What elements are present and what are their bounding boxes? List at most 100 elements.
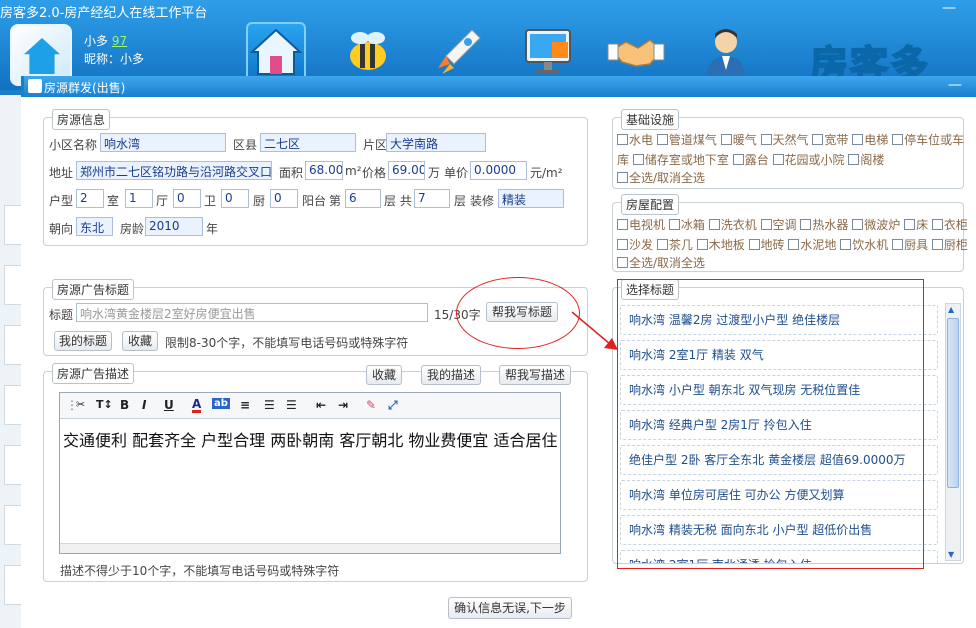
collect-title-button[interactable]: 收藏: [122, 331, 158, 351]
config-checkbox[interactable]: 饮水机: [840, 238, 888, 252]
baths-input[interactable]: 0: [173, 189, 201, 208]
balconies-input[interactable]: 0: [270, 189, 298, 208]
italic-button[interactable]: I: [142, 398, 146, 412]
my-desc-button[interactable]: 我的描述: [421, 365, 481, 385]
age-input[interactable]: 2010: [145, 217, 203, 236]
decoration-select[interactable]: 精装: [498, 189, 564, 208]
rocket-nav-icon[interactable]: [428, 22, 488, 82]
total-floors-input[interactable]: 7: [414, 189, 450, 208]
my-titles-button[interactable]: 我的标题: [54, 331, 112, 351]
config-checkbox[interactable]: 床: [904, 218, 928, 232]
outdent-icon[interactable]: ⇤: [316, 398, 326, 412]
facility-checkbox[interactable]: 宽带: [812, 133, 848, 147]
config-checkbox[interactable]: 厨具: [892, 238, 928, 252]
halls-input[interactable]: 1: [125, 189, 153, 208]
minimize-app-icon[interactable]: —: [942, 0, 956, 16]
desc-editor[interactable]: ⋮ ✂ T↕ B I U A ab ≡ ☰ ☰ ⇤ ⇥ ✎ ⤢ 交通便利 配套齐…: [59, 392, 561, 554]
bee-nav-icon[interactable]: [338, 22, 398, 82]
orientation-select[interactable]: 东北: [76, 217, 113, 236]
editor-resize-bar[interactable]: [60, 543, 560, 553]
facility-checkbox[interactable]: 露台: [732, 153, 769, 167]
font-color-button[interactable]: A: [192, 398, 202, 413]
config-checkbox[interactable]: 冰箱: [668, 218, 705, 232]
sidebar-thumb[interactable]: [4, 205, 22, 245]
sidebar-thumb[interactable]: [4, 565, 22, 605]
address-input[interactable]: 郑州市二七区铭功路与沿河路交叉口: [76, 161, 272, 180]
facility-checkbox[interactable]: 天然气: [760, 133, 809, 147]
config-checkbox[interactable]: 洗衣机: [708, 218, 757, 232]
sidebar-thumb[interactable]: [4, 325, 22, 365]
facility-checkbox[interactable]: 管道煤气: [656, 133, 717, 147]
community-input[interactable]: 响水湾: [100, 133, 226, 152]
fullscreen-icon[interactable]: ⤢: [388, 398, 398, 413]
floor-input[interactable]: 6: [345, 189, 381, 208]
facility-checkbox[interactable]: 阁楼: [848, 153, 884, 167]
sidebar-thumb[interactable]: [4, 505, 22, 545]
config-checkbox[interactable]: 茶几: [656, 238, 693, 252]
config-checkbox[interactable]: 地砖: [748, 238, 785, 252]
format-painter-icon[interactable]: ✂: [76, 398, 85, 411]
config-checkbox[interactable]: 衣柜: [931, 218, 968, 232]
config-checkbox[interactable]: 空调: [760, 218, 797, 232]
config-checkbox[interactable]: 木地板: [696, 238, 745, 252]
config-checkbox[interactable]: 微波炉: [852, 218, 900, 232]
sidebar-thumb[interactable]: [4, 265, 22, 305]
user-nav-icon[interactable]: [696, 22, 756, 82]
help-write-desc-button[interactable]: 帮我写描述: [499, 365, 571, 385]
config-checkbox[interactable]: 沙发: [617, 238, 653, 252]
balconies-unit: 阳台: [302, 194, 327, 208]
area-input[interactable]: 大学南路: [386, 133, 486, 152]
rooms-unit: 室: [107, 194, 120, 208]
config-select-all[interactable]: 全选/取消全选: [617, 254, 705, 271]
config-checkbox[interactable]: 电视机: [617, 218, 665, 232]
font-size-icon[interactable]: T↕: [96, 398, 113, 411]
config-checkbox[interactable]: 水泥地: [788, 238, 836, 252]
annotation-highlight-oval: [456, 277, 580, 349]
facilities-select-all[interactable]: 全选/取消全选: [617, 169, 705, 186]
unordered-list-icon[interactable]: ☰: [286, 398, 297, 412]
sidebar-thumb[interactable]: [4, 445, 22, 485]
facility-checkbox[interactable]: 水电: [617, 133, 653, 147]
scroll-thumb[interactable]: [947, 318, 959, 488]
ad-title-hint: 限制8-30个字，不能填写电话号码或特殊字符: [165, 336, 409, 350]
home-nav-icon[interactable]: [246, 22, 306, 82]
price-input[interactable]: 69.00: [388, 161, 425, 180]
rooms-input[interactable]: 2: [76, 189, 104, 208]
facility-checkbox[interactable]: 电梯: [852, 133, 888, 147]
config-checkbox[interactable]: 厨柜: [931, 238, 968, 252]
facility-checkbox[interactable]: 停车位或车: [892, 133, 964, 147]
config-checkbox[interactable]: 热水器: [800, 218, 848, 232]
ad-title-input[interactable]: 响水湾黄金楼层2室好房便宜出售: [76, 303, 428, 322]
scroll-up-icon[interactable]: ▲: [948, 305, 954, 314]
facility-checkbox[interactable]: 花园或小院: [772, 153, 845, 167]
highlight-button[interactable]: ab: [212, 398, 230, 409]
bold-button[interactable]: B: [120, 398, 129, 412]
ad-title-legend: 房源广告标题: [52, 279, 135, 300]
collect-desc-button[interactable]: 收藏: [366, 365, 402, 385]
baths-unit: 卫: [204, 194, 217, 208]
align-icon[interactable]: ≡: [240, 398, 250, 412]
handshake-nav-icon[interactable]: [606, 22, 666, 82]
user-level-link[interactable]: 97: [112, 34, 127, 48]
eraser-icon[interactable]: ✎: [366, 398, 376, 412]
facility-checkbox[interactable]: 储存室或地下室: [632, 153, 729, 167]
ad-title-label: 标题: [49, 308, 74, 322]
next-step-button[interactable]: 确认信息无误,下一步: [448, 597, 572, 619]
facilities-row-2: 库 储存室或地下室 露台 花园或小院 阁楼: [617, 151, 884, 168]
dialog-titlebar: 房源群发(出售) —: [24, 76, 976, 97]
underline-button[interactable]: U: [164, 398, 174, 412]
county-input[interactable]: 二七区: [260, 133, 356, 152]
unit-price-input[interactable]: 0.0000: [470, 161, 527, 180]
scroll-down-icon[interactable]: ▼: [948, 550, 954, 559]
indent-icon[interactable]: ⇥: [338, 398, 348, 412]
desc-text[interactable]: 交通便利 配套齐全 户型合理 两卧朝南 客厅朝北 物业费便宜 适合居住: [63, 427, 558, 451]
monitor-nav-icon[interactable]: [518, 22, 578, 82]
facility-wrap-text: 库: [617, 153, 630, 167]
minimize-icon[interactable]: —: [948, 77, 962, 93]
title-list-scrollbar[interactable]: ▲ ▼: [945, 303, 961, 561]
sidebar-thumb[interactable]: [4, 385, 22, 425]
ordered-list-icon[interactable]: ☰: [264, 398, 275, 412]
facility-checkbox[interactable]: 暖气: [720, 133, 757, 147]
kitchens-input[interactable]: 0: [221, 189, 249, 208]
size-input[interactable]: 68.00: [305, 161, 343, 180]
